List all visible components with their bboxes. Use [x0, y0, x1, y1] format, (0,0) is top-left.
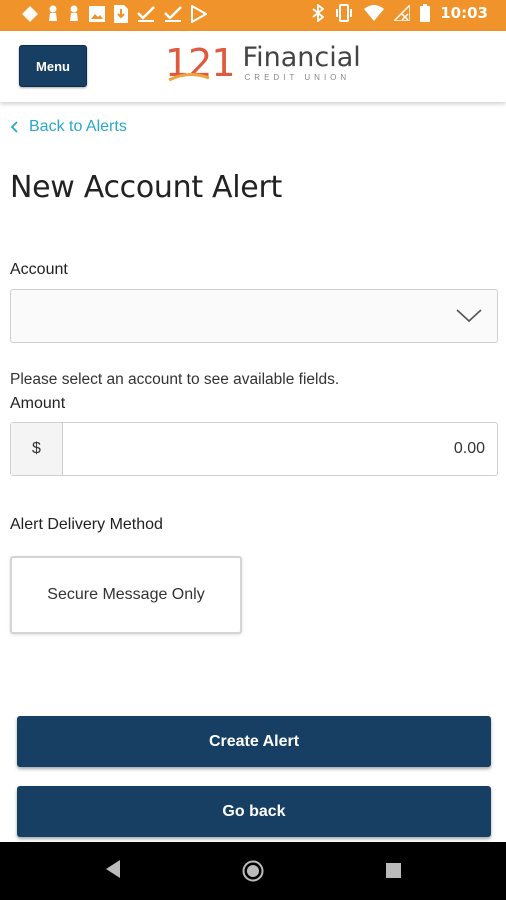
image-icon — [89, 6, 105, 22]
help-text: Please select an account to see availabl… — [10, 371, 340, 388]
logo-name: Financial — [242, 42, 361, 73]
logo-text: Financial CREDIT UNION — [243, 41, 361, 82]
logo-number: 121 — [165, 41, 236, 85]
account-label: Account — [10, 261, 68, 278]
pawn-icon — [70, 5, 78, 21]
account-select[interactable] — [10, 289, 498, 343]
amount-input[interactable] — [63, 423, 497, 475]
create-alert-button[interactable]: Create Alert — [17, 716, 491, 767]
recents-icon[interactable] — [386, 863, 401, 878]
logo-arc-icon — [168, 73, 210, 82]
amount-label: Amount — [10, 395, 66, 412]
chevron-left-icon — [10, 121, 18, 133]
check-icon — [137, 6, 155, 22]
notification-icons — [22, 5, 207, 23]
wifi-icon — [364, 5, 385, 21]
amount-field-group: $ — [10, 422, 498, 476]
clock: 10:03 — [440, 4, 488, 22]
vibrate-icon — [336, 4, 353, 22]
back-icon[interactable] — [104, 859, 122, 879]
home-icon[interactable] — [242, 860, 264, 882]
menu-button[interactable]: Menu — [19, 45, 87, 87]
app-header: Menu 121 Financial CREDIT UNION — [0, 31, 506, 102]
delivery-option-secure-message[interactable]: Secure Message Only — [10, 556, 242, 634]
currency-prefix: $ — [11, 423, 63, 475]
pinwheel-icon — [22, 6, 38, 22]
chevron-down-icon — [456, 309, 482, 323]
navigation-bar — [0, 842, 506, 900]
pawn-icon — [49, 5, 57, 21]
bluetooth-icon — [312, 4, 325, 22]
battery-icon — [420, 4, 431, 22]
no-signal-icon — [394, 5, 411, 21]
play-store-icon — [191, 5, 207, 23]
back-to-alerts-link[interactable]: Back to Alerts — [9, 118, 127, 136]
page-title: New Account Alert — [10, 170, 282, 205]
go-back-button[interactable]: Go back — [17, 786, 491, 837]
system-icons: 10:03 — [312, 4, 488, 22]
sim-download-icon — [114, 5, 128, 23]
back-link-label: Back to Alerts — [29, 118, 127, 135]
check-icon — [164, 6, 182, 22]
delivery-method-label: Alert Delivery Method — [10, 516, 163, 533]
logo-subtitle: CREDIT UNION — [244, 73, 351, 82]
logo: 121 Financial CREDIT UNION — [165, 41, 361, 91]
status-bar: 10:03 — [0, 0, 506, 31]
